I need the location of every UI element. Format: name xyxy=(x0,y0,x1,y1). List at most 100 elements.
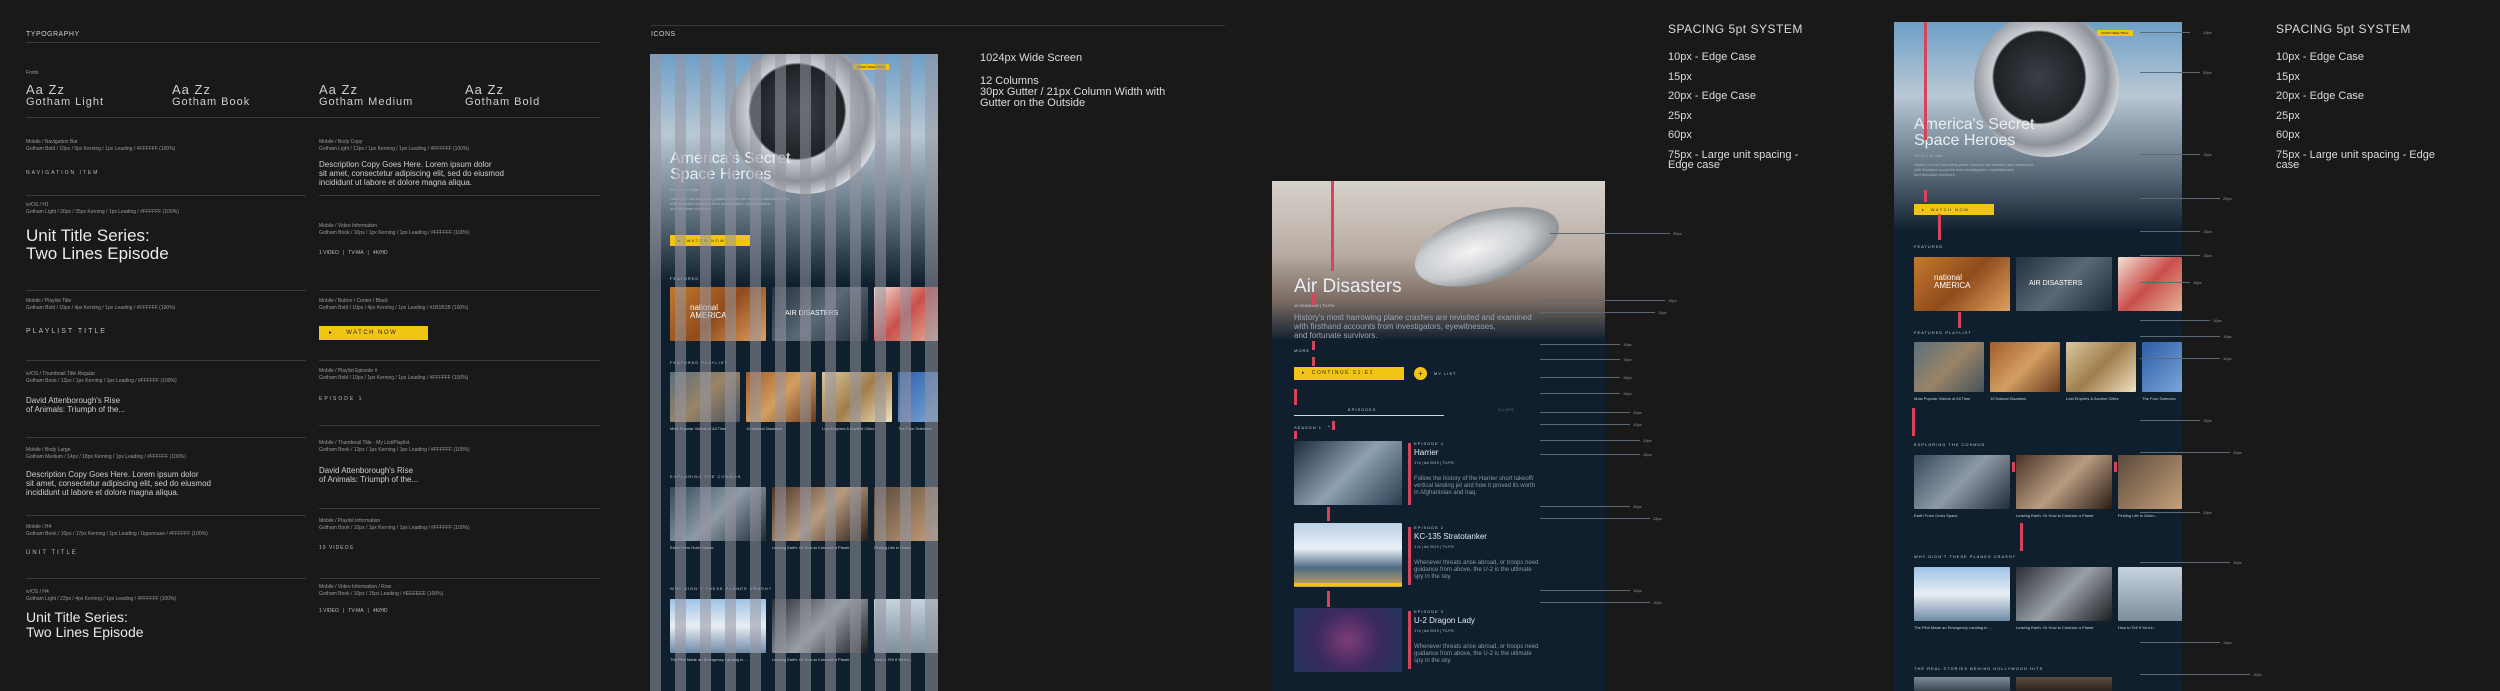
measure-line xyxy=(2140,562,2230,563)
measure-label: 15px xyxy=(2203,510,2212,515)
measure-line xyxy=(1540,518,1650,519)
divider xyxy=(319,195,600,196)
playlist-thumb[interactable] xyxy=(2066,342,2136,392)
planes-thumb[interactable] xyxy=(2118,567,2182,621)
button-label: WATCH NOW xyxy=(346,330,398,336)
grid-column xyxy=(750,54,761,691)
divider xyxy=(26,578,306,579)
spec-detail: Gotham Bold / 10px / 1px Kerning / 1px L… xyxy=(319,375,469,381)
measure-line xyxy=(2140,255,2200,256)
cosmos-thumb[interactable] xyxy=(2016,455,2112,509)
episode-info: 1 hr | Air 2019 | TV-PG xyxy=(1414,460,1455,465)
playlist-thumb[interactable] xyxy=(1990,342,2060,392)
spacing-item: 25px xyxy=(2276,110,2300,122)
spacing-marker xyxy=(1294,389,1297,405)
measure-line xyxy=(2140,642,2220,643)
measure-line xyxy=(1540,344,1620,345)
measure-label: 10px xyxy=(1633,410,1642,415)
spec-detail: Gotham Book / 10px / 1px Kerning / 1px L… xyxy=(319,525,470,531)
spec-detail: Gotham Book / 10px / 15px Leading / #EEE… xyxy=(319,591,444,597)
thumb-caption: The Pilot Made an Emergency Landing in .… xyxy=(1914,625,1992,630)
spec-title: iv/OS / H1 xyxy=(26,202,49,208)
spec-title: Mobile / Playlist Episode # xyxy=(319,368,378,374)
spec-sample: 1 VIDEO | TV-MA | 4K/HD xyxy=(319,250,388,256)
measure-line xyxy=(2140,512,2200,513)
episode-thumb[interactable] xyxy=(1294,523,1402,587)
grid-title: 1024px Wide Screen xyxy=(980,52,1083,64)
cosmos-thumb[interactable] xyxy=(1914,455,2010,509)
divider xyxy=(651,25,1225,26)
fonts-label: Fonts xyxy=(26,70,39,76)
episode-thumb[interactable] xyxy=(1294,441,1402,505)
spec-title: Mobile / Body Large xyxy=(26,447,71,453)
measure-label: 10px xyxy=(2203,30,2212,35)
add-mylist-icon[interactable]: + xyxy=(1414,367,1427,380)
planes-thumb[interactable] xyxy=(2016,567,2112,621)
thumb-caption: Leaving Earth: Or How to Colonize a Plan… xyxy=(2016,513,2094,518)
measure-line xyxy=(2140,336,2220,337)
cosmos-thumb[interactable] xyxy=(2118,455,2182,509)
tab-clips[interactable]: CLIPS xyxy=(1498,407,1515,412)
divider xyxy=(319,425,600,426)
featured-thumb[interactable] xyxy=(2118,257,2182,311)
season-selector[interactable]: SEASON 1 xyxy=(1294,425,1322,430)
row-label: EXPLORING THE COSMOS xyxy=(1914,442,1986,447)
divider xyxy=(26,360,306,361)
spacing-item: 10px - Edge Case xyxy=(1668,51,1757,63)
measure-label: 15px xyxy=(2203,152,2212,157)
grid-column xyxy=(850,54,861,691)
chevron-down-icon[interactable]: ⌄ xyxy=(1327,423,1331,429)
measure-line xyxy=(2140,674,2250,675)
measure-label: 10px xyxy=(2223,640,2232,645)
measure-line xyxy=(2140,154,2200,155)
thumb-caption: Lost Empires & Ancient Cities xyxy=(2066,396,2119,401)
spec-title: Mobile / Thumbnail Title - My List/Playl… xyxy=(319,440,410,446)
measure-label: 20px xyxy=(2223,196,2232,201)
typography-title: TYPOGRAPHY xyxy=(26,31,80,38)
divider xyxy=(26,42,600,43)
measure-label: 10px xyxy=(2223,334,2232,339)
spacing-item: 15px xyxy=(2276,71,2300,83)
planes-thumb[interactable] xyxy=(1914,567,2010,621)
trial-badge[interactable]: START FREE TRIAL xyxy=(2097,30,2133,36)
back-icon[interactable]: ‹ xyxy=(1280,188,1282,195)
font-name-book: Gotham Book xyxy=(172,96,251,108)
playlist-thumb[interactable] xyxy=(1914,342,1984,392)
grid-column xyxy=(675,54,686,691)
measure-line xyxy=(1540,412,1630,413)
episode-number: EPISODE 2 xyxy=(1414,525,1445,530)
episode-title[interactable]: KC-135 Stratotanker xyxy=(1414,532,1487,541)
cast-icon[interactable]: ▭ xyxy=(1590,188,1596,195)
measure-label: 10px xyxy=(2253,672,2262,677)
spacing-item: 75px - Large unit spacing - Edge case xyxy=(1668,149,1799,171)
measure-label: 10px xyxy=(2223,356,2232,361)
hollywood-thumb[interactable] xyxy=(1914,677,2010,691)
hollywood-thumb[interactable] xyxy=(2016,677,2112,691)
spacing-marker xyxy=(1408,611,1411,669)
measure-label: 10px xyxy=(1658,310,1667,315)
spacing-item: 20px - Edge Case xyxy=(2276,90,2365,102)
spec-sample: NAVIGATION ITEM xyxy=(26,170,100,176)
playlist-thumb[interactable] xyxy=(2142,342,2182,392)
episode-title[interactable]: U-2 Dragon Lady xyxy=(1414,616,1475,625)
spec-sample-h1: Unit Title Series: Two Lines Episode xyxy=(26,226,169,263)
spacing-marker xyxy=(1327,507,1330,521)
episode-thumb[interactable] xyxy=(1294,608,1402,672)
continue-button[interactable]: ▸ CONTINUE S1:E1 xyxy=(1294,367,1404,380)
measure-line xyxy=(1540,300,1665,301)
more-link[interactable]: MORE xyxy=(1294,348,1310,353)
spec-detail: Gotham Book / 12px / 1px Kerning / 1px L… xyxy=(319,447,470,453)
tab-episodes[interactable]: EPISODES xyxy=(1348,407,1376,412)
measure-label: 15px xyxy=(1653,516,1662,521)
watch-now-button-sample[interactable]: ▸ WATCH NOW xyxy=(319,326,428,340)
font-sample-book: Aa Zz xyxy=(172,82,211,97)
thumb-caption: Leaving Earth: Or How to Colonize a Plan… xyxy=(2016,625,2094,630)
spec-title: Mobile / Navigation Bar xyxy=(26,139,78,145)
measure-line xyxy=(1540,377,1620,378)
progress-bar xyxy=(1294,583,1402,586)
measure-line xyxy=(1540,454,1640,455)
watch-now-button[interactable]: ▸ WATCH NOW xyxy=(1914,204,1994,215)
measure-line xyxy=(2140,72,2200,73)
episode-title[interactable]: Harrier xyxy=(1414,448,1438,457)
measure-label: 15px xyxy=(1643,452,1652,457)
